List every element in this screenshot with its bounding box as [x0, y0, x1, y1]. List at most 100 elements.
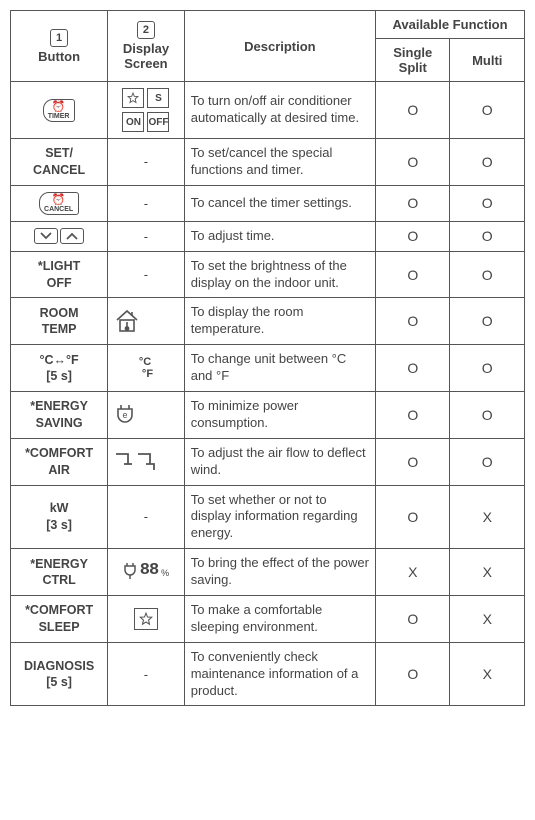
- multi-cell: X: [450, 596, 525, 643]
- description-text: To conveniently check maintenance inform…: [191, 649, 359, 698]
- table-row: *COMFORTSLEEP To make a comfortable slee…: [11, 596, 525, 643]
- description-cell: To set the brightness of the display on …: [184, 251, 375, 298]
- description-text: To cancel the timer settings.: [191, 195, 352, 210]
- button-cell: °C↔°F[5 s]: [11, 345, 108, 392]
- screen-dash: -: [144, 667, 148, 682]
- screen-cell: -: [108, 642, 185, 706]
- screen-cell: -: [108, 485, 185, 549]
- table-row: ⏰ TIMER S ON OFF To turn on/off air cond…: [11, 82, 525, 139]
- description-text: To adjust the air flow to deflect wind.: [191, 445, 366, 477]
- button-cell: *LIGHTOFF: [11, 251, 108, 298]
- header-screen: 2 Display Screen: [108, 11, 185, 82]
- timer-icon: ⏰ TIMER: [43, 99, 76, 122]
- button-sub-label: TIMER: [48, 113, 70, 120]
- up-arrow-icon: [60, 228, 84, 244]
- description-cell: To cancel the timer settings.: [184, 185, 375, 221]
- function-table: 1 Button 2 Display Screen Description Av…: [10, 10, 525, 706]
- energy-ctrl-icon: 88 %: [123, 561, 169, 580]
- button-cell: DIAGNOSIS[5 s]: [11, 642, 108, 706]
- cancel-icon: ⏰ CANCEL: [39, 192, 79, 215]
- energy-value: 88: [140, 561, 158, 580]
- clock-icon: ⏰: [44, 195, 73, 206]
- screen-cell: [108, 596, 185, 643]
- celsius-fahrenheit-icon: °C °F: [139, 356, 153, 380]
- star-box-icon: [134, 608, 158, 630]
- button-label: *ENERGYSAVING: [30, 399, 88, 430]
- table-row: *ENERGYCTRL 88 % To bring the effect of …: [11, 549, 525, 596]
- header-screen-label: Display Screen: [123, 41, 169, 71]
- header-button-num: 1: [50, 29, 68, 47]
- multi-cell: X: [450, 642, 525, 706]
- button-label: *LIGHTOFF: [38, 259, 80, 290]
- button-label: SET/CANCEL: [33, 146, 85, 177]
- description-text: To make a comfortable sleeping environme…: [191, 602, 323, 634]
- screen-cell: [108, 438, 185, 485]
- table-row: ⏰ CANCEL - To cancel the timer settings.…: [11, 185, 525, 221]
- header-screen-num: 2: [137, 21, 155, 39]
- single-split-cell: O: [376, 82, 450, 139]
- plug-e-icon: e: [114, 403, 178, 427]
- button-cell: *COMFORTSLEEP: [11, 596, 108, 643]
- multi-cell: O: [450, 392, 525, 439]
- screen-cell: -: [108, 139, 185, 186]
- screen-dash: -: [144, 509, 148, 524]
- header-button: 1 Button: [11, 11, 108, 82]
- screen-dash: -: [144, 154, 148, 169]
- off-box-icon: OFF: [147, 112, 169, 132]
- table-row: DIAGNOSIS[5 s] - To conveniently check m…: [11, 642, 525, 706]
- s-box-icon: S: [147, 88, 169, 108]
- airflow-icon: [114, 450, 178, 474]
- screen-cell: S ON OFF: [108, 82, 185, 139]
- header-description: Description: [184, 11, 375, 82]
- description-text: To turn on/off air conditioner automatic…: [191, 93, 359, 125]
- plug-small-icon: [123, 562, 137, 580]
- description-text: To adjust time.: [191, 228, 275, 243]
- percent-label: %: [161, 568, 169, 580]
- button-label: °C↔°F[5 s]: [40, 353, 79, 384]
- description-cell: To set whether or not to display informa…: [184, 485, 375, 549]
- header-button-label: Button: [38, 49, 80, 64]
- description-text: To set/cancel the special functions and …: [191, 145, 333, 177]
- header-available-function: Available Function: [376, 11, 525, 39]
- arrow-buttons: [34, 228, 84, 244]
- deg-f-label: °F: [139, 368, 153, 380]
- clock-icon: ⏰: [48, 102, 70, 113]
- multi-cell: O: [450, 345, 525, 392]
- screen-dash: -: [144, 229, 148, 244]
- screen-dash: -: [144, 267, 148, 282]
- multi-cell: O: [450, 438, 525, 485]
- button-cell: ROOMTEMP: [11, 298, 108, 345]
- header-multi: Multi: [450, 39, 525, 82]
- multi-cell: O: [450, 251, 525, 298]
- single-split-cell: O: [376, 345, 450, 392]
- star-box-icon: [122, 88, 144, 108]
- single-split-cell: O: [376, 251, 450, 298]
- single-split-cell: O: [376, 298, 450, 345]
- button-label: ROOMTEMP: [40, 306, 79, 337]
- button-cell: *ENERGYCTRL: [11, 549, 108, 596]
- button-cell: SET/CANCEL: [11, 139, 108, 186]
- on-box-icon: ON: [122, 112, 144, 132]
- button-cell: kW[3 s]: [11, 485, 108, 549]
- down-arrow-icon: [34, 228, 58, 244]
- description-text: To bring the effect of the power saving.: [191, 555, 369, 587]
- svg-text:e: e: [123, 410, 128, 420]
- description-cell: To set/cancel the special functions and …: [184, 139, 375, 186]
- button-cell: *ENERGYSAVING: [11, 392, 108, 439]
- description-cell: To change unit between °C and °F: [184, 345, 375, 392]
- button-cell: [11, 221, 108, 251]
- multi-cell: X: [450, 549, 525, 596]
- screen-cell: -: [108, 185, 185, 221]
- multi-cell: O: [450, 185, 525, 221]
- button-label: *ENERGYCTRL: [30, 557, 88, 588]
- multi-cell: O: [450, 298, 525, 345]
- button-label: DIAGNOSIS[5 s]: [24, 659, 94, 690]
- multi-cell: O: [450, 139, 525, 186]
- description-cell: To display the room temperature.: [184, 298, 375, 345]
- table-row: *LIGHTOFF - To set the brightness of the…: [11, 251, 525, 298]
- description-text: To set the brightness of the display on …: [191, 258, 347, 290]
- description-cell: To conveniently check maintenance inform…: [184, 642, 375, 706]
- single-split-cell: O: [376, 596, 450, 643]
- multi-cell: X: [450, 485, 525, 549]
- description-text: To set whether or not to display informa…: [191, 492, 358, 541]
